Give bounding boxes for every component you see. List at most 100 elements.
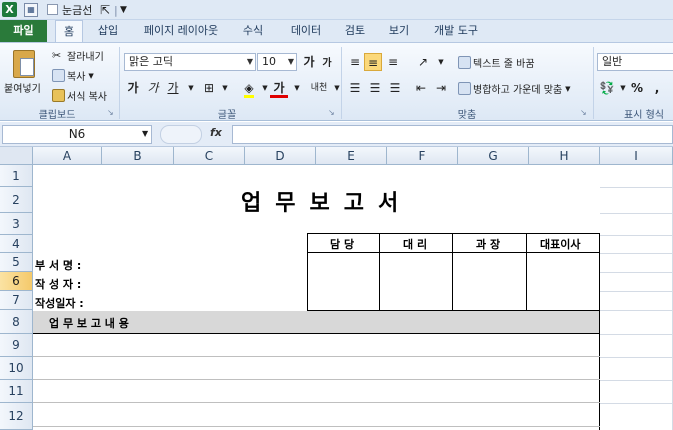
increase-indent-button[interactable]: ⇥	[432, 79, 450, 97]
gridline	[600, 272, 673, 273]
cursor-icon[interactable]: ⇱	[100, 2, 110, 18]
formula-input[interactable]	[232, 125, 673, 144]
tab-file[interactable]: 파일	[0, 20, 47, 42]
tab-formulas[interactable]: 수식	[236, 20, 270, 42]
copy-dropdown-icon[interactable]: ▼	[88, 72, 93, 80]
formula-bar-handle[interactable]	[160, 125, 202, 144]
align-center-icon: ☰	[369, 81, 381, 95]
column-header-f[interactable]: F	[387, 147, 458, 165]
comma-button[interactable]: ,	[648, 79, 666, 97]
font-size-select[interactable]: 10 ▼	[257, 53, 297, 71]
wrap-text-button[interactable]: 텍스트 줄 바꿈	[458, 55, 535, 70]
row-header-4[interactable]: 4	[0, 235, 33, 253]
tab-data[interactable]: 데이터	[284, 20, 328, 42]
border-dropdown-icon[interactable]: ▼	[216, 79, 234, 97]
tab-view[interactable]: 보기	[382, 20, 416, 42]
cut-button[interactable]: ✂ 잘라내기	[52, 48, 104, 63]
align-middle-button[interactable]: ≡	[364, 53, 382, 71]
formula-bar: N6 ▼ fx	[0, 122, 673, 147]
content-row-line	[33, 379, 600, 380]
align-center-button[interactable]: ☰	[366, 79, 384, 97]
font-color-button[interactable]: 가	[270, 79, 288, 98]
alignment-group-label: 맞춤	[457, 110, 477, 121]
italic-button[interactable]: 가	[144, 79, 162, 97]
grow-font-button[interactable]: 가	[300, 53, 318, 71]
underline-dropdown-icon[interactable]: ▼	[182, 79, 200, 97]
font-name-select[interactable]: 맑은 고딕 ▼	[124, 53, 256, 71]
format-painter-button[interactable]: 서식 복사	[52, 88, 107, 103]
column-header-i[interactable]: I	[600, 147, 673, 165]
align-middle-icon: ≡	[367, 56, 379, 70]
bold-button[interactable]: 가	[124, 79, 142, 97]
gridlines-checkbox[interactable]	[47, 4, 58, 15]
row-header-10[interactable]: 10	[0, 357, 33, 380]
align-top-icon: ≡	[349, 55, 361, 69]
row-header-2[interactable]: 2	[0, 187, 33, 213]
approval-header-assistant-manager: 대 리	[403, 238, 428, 251]
row-header-3[interactable]: 3	[0, 213, 33, 235]
tab-review[interactable]: 검토	[338, 20, 372, 42]
tab-page-layout[interactable]: 페이지 레이아웃	[138, 20, 224, 42]
row-header-7[interactable]: 7	[0, 291, 33, 310]
column-header-h[interactable]: H	[529, 147, 600, 165]
name-box[interactable]: N6	[2, 125, 152, 144]
column-header-e[interactable]: E	[316, 147, 387, 165]
row-header-9[interactable]: 9	[0, 334, 33, 357]
name-box-dropdown-icon[interactable]: ▼	[142, 129, 148, 138]
font-launcher-icon[interactable]: ↘	[328, 108, 335, 117]
clipboard-launcher-icon[interactable]: ↘	[107, 108, 114, 117]
column-header-g[interactable]: G	[458, 147, 529, 165]
copy-button[interactable]: 복사 ▼	[52, 68, 94, 83]
phonetic-button[interactable]: 내천	[308, 79, 330, 97]
number-format-select[interactable]: 일반	[597, 53, 673, 71]
underline-button[interactable]: 가	[164, 79, 182, 97]
merge-center-button[interactable]: 병합하고 가운데 맞춤 ▼	[458, 81, 571, 96]
paint-bucket-icon: ◈	[244, 81, 254, 98]
orientation-button[interactable]: ↗	[412, 53, 434, 71]
report-content-label: 업 무 보 고 내 용	[49, 317, 129, 330]
percent-button[interactable]: %	[628, 79, 646, 97]
font-color-dropdown-icon[interactable]: ▼	[288, 79, 306, 97]
select-all-corner[interactable]	[0, 147, 33, 165]
decrease-indent-icon: ⇤	[415, 81, 427, 95]
tab-home[interactable]: 홈	[55, 20, 83, 43]
orientation-dropdown-icon[interactable]: ▼	[432, 53, 450, 71]
column-header-c[interactable]: C	[174, 147, 245, 165]
row-header-1[interactable]: 1	[0, 165, 33, 187]
tab-insert[interactable]: 삽입	[90, 20, 126, 42]
paste-icon[interactable]	[8, 47, 40, 81]
paste-button[interactable]: 붙여넣기	[4, 80, 41, 95]
column-header-d[interactable]: D	[245, 147, 316, 165]
number-format-value: 일반	[602, 55, 623, 68]
approval-header-section-chief: 과 장	[476, 238, 501, 251]
alignment-launcher-icon[interactable]: ↘	[580, 108, 587, 117]
align-bottom-button[interactable]: ≡	[384, 53, 402, 71]
shrink-font-button[interactable]: 가	[318, 55, 336, 73]
row-header-6[interactable]: 6	[0, 272, 33, 291]
excel-logo-icon[interactable]: X	[2, 2, 17, 17]
align-left-button[interactable]: ☰	[346, 79, 364, 97]
row-header-5[interactable]: 5	[0, 253, 33, 272]
column-header-a[interactable]: A	[33, 147, 102, 165]
font-group-label: 글꼴	[217, 110, 237, 121]
row-header-12[interactable]: 12	[0, 403, 33, 430]
phonetic-dropdown-icon[interactable]: ▼	[328, 79, 346, 97]
decrease-indent-button[interactable]: ⇤	[412, 79, 430, 97]
wrap-text-icon	[458, 56, 471, 69]
row-header-11[interactable]: 11	[0, 380, 33, 403]
row-header-8[interactable]: 8	[0, 310, 33, 334]
customize-qat-icon[interactable]: ▼	[120, 2, 127, 18]
name-box-value: N6	[68, 127, 86, 141]
align-right-icon: ☰	[389, 81, 401, 95]
align-top-button[interactable]: ≡	[346, 53, 364, 71]
chevron-down-icon: ▼	[287, 57, 294, 66]
merge-dropdown-icon[interactable]: ▼	[565, 85, 570, 93]
grid-view-icon[interactable]: ▦	[24, 3, 38, 17]
column-header-b[interactable]: B	[102, 147, 174, 165]
insert-function-button[interactable]: fx	[210, 126, 222, 139]
align-right-button[interactable]: ☰	[386, 79, 404, 97]
orientation-icon: ↗	[417, 55, 429, 69]
worksheet-grid[interactable]: A B C D E F G H I 1 2 3 4 5 6 7 8 9 10 1…	[0, 147, 673, 430]
form-right-border	[599, 233, 600, 430]
tab-developer[interactable]: 개발 도구	[426, 20, 486, 42]
